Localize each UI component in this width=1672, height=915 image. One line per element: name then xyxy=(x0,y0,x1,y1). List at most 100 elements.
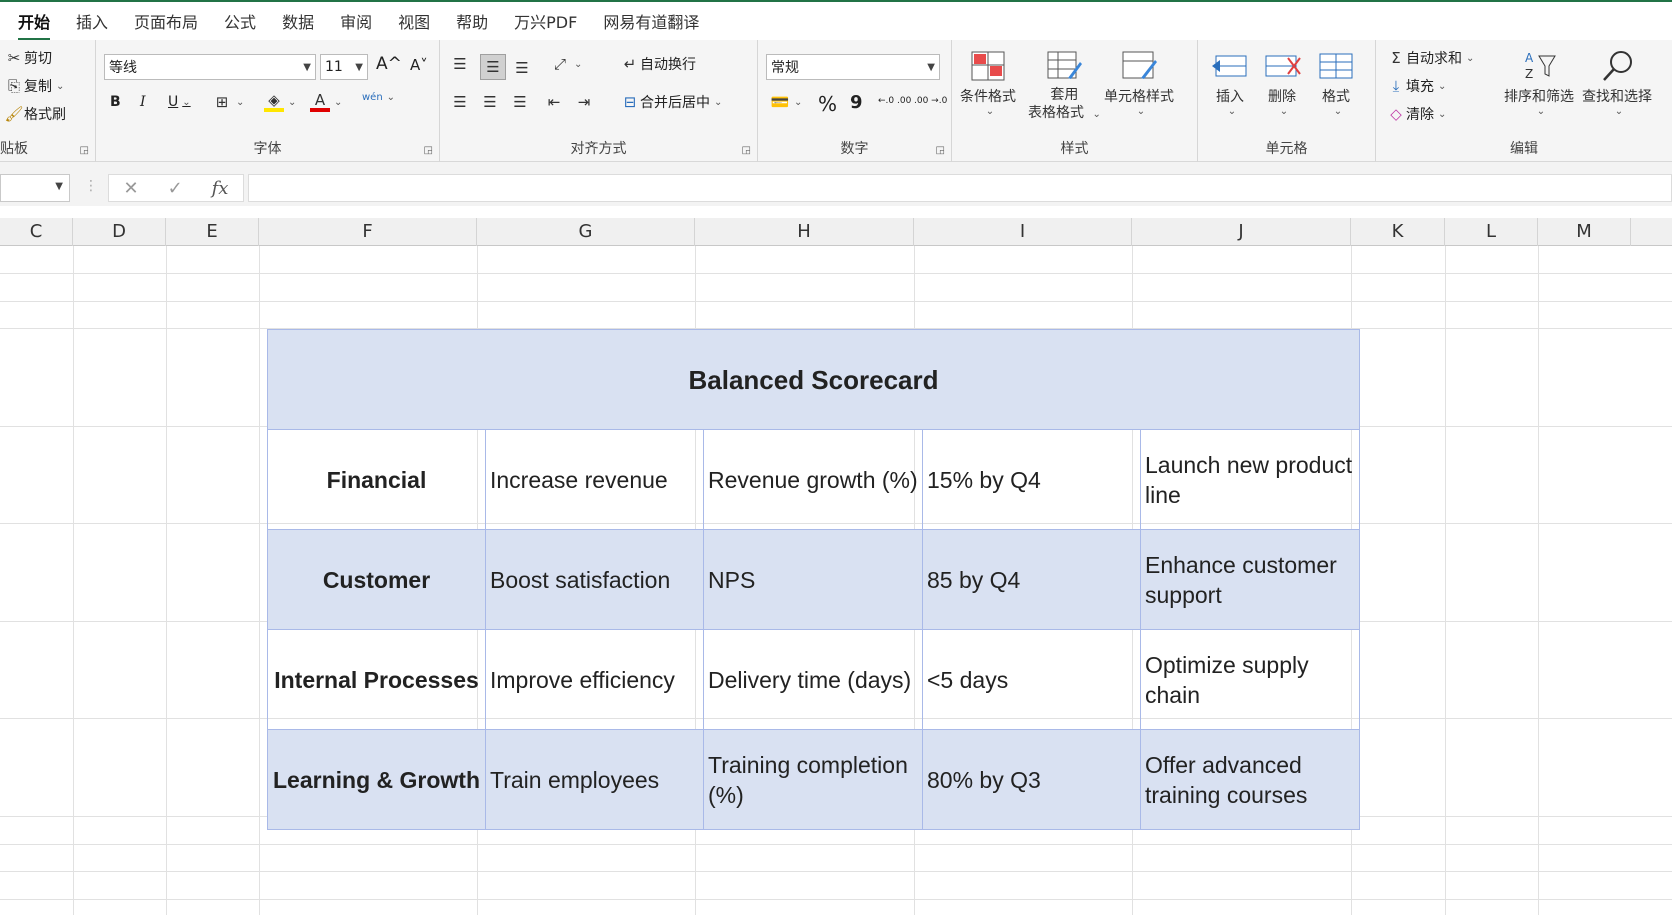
font-color-button[interactable]: A ⌄ xyxy=(310,91,342,112)
format-painter-button[interactable]: 🖌 格式刷 xyxy=(4,104,66,124)
align-middle-icon[interactable]: ☰ xyxy=(480,54,506,80)
perspective-cell[interactable]: Internal Processes xyxy=(267,629,486,730)
cancel-icon[interactable]: ✕ xyxy=(123,178,138,199)
italic-button[interactable]: I xyxy=(140,94,146,110)
initiative-cell[interactable]: Launch new product line xyxy=(1140,429,1360,530)
align-center-icon[interactable]: ☰ xyxy=(480,92,500,112)
column-header[interactable]: K xyxy=(1351,218,1445,246)
orientation-button[interactable]: ⤢ ⌄ xyxy=(550,54,582,74)
column-header[interactable]: E xyxy=(166,218,259,246)
measure-cell[interactable]: Delivery time (days) xyxy=(703,629,923,730)
align-left-icon[interactable]: ☰ xyxy=(450,92,470,112)
objective-cell[interactable]: Boost satisfaction xyxy=(485,529,704,630)
svg-text:Z: Z xyxy=(1525,67,1533,81)
column-header[interactable]: C xyxy=(0,218,73,246)
increase-indent-icon[interactable]: ⇥ xyxy=(574,92,594,112)
perspective-cell[interactable]: Customer xyxy=(267,529,486,630)
cut-button[interactable]: ✂ 剪切 xyxy=(4,48,52,68)
column-header[interactable]: D xyxy=(73,218,166,246)
format-cells-button[interactable]: 格式 ⌄ xyxy=(1316,48,1356,117)
measure-cell[interactable]: Training completion (%) xyxy=(703,729,923,830)
paintbrush-icon: 🖌 xyxy=(4,105,24,123)
target-cell[interactable]: 80% by Q3 xyxy=(922,729,1141,830)
borders-button[interactable]: ⊞ ⌄ xyxy=(212,92,245,112)
tab-wondershare-pdf[interactable]: 万兴PDF xyxy=(514,9,577,33)
tab-home[interactable]: 开始 xyxy=(18,9,51,41)
percent-button[interactable]: % xyxy=(818,92,837,116)
increase-decimal-button[interactable]: ←.0 .00 xyxy=(878,96,911,106)
initiative-cell[interactable]: Enhance customer support xyxy=(1140,529,1360,630)
increase-font-button[interactable]: A^ xyxy=(376,54,402,74)
objective-cell[interactable]: Improve efficiency xyxy=(485,629,704,730)
tab-view[interactable]: 视图 xyxy=(398,9,430,33)
underline-button[interactable]: U ⌄ xyxy=(168,94,191,110)
align-top-icon[interactable]: ☰ xyxy=(450,54,470,74)
wrap-text-button[interactable]: ↵ 自动换行 xyxy=(620,54,696,74)
objective-cell[interactable]: Increase revenue xyxy=(485,429,704,530)
initiative-cell[interactable]: Offer advanced training courses xyxy=(1140,729,1360,830)
ribbon: ✂ 剪切 ⎘ 复制 ⌄ 🖌 格式刷 贴板 ◲ 等线 ▼ 11 ▼ A^ A˅ B… xyxy=(0,40,1672,162)
target-cell[interactable]: <5 days xyxy=(922,629,1141,730)
number-format-select[interactable]: 常规 ▼ xyxy=(766,54,940,80)
dialog-launcher-icon[interactable]: ◲ xyxy=(742,145,751,156)
scorecard-title[interactable]: Balanced Scorecard xyxy=(267,329,1360,430)
objective-cell[interactable]: Train employees xyxy=(485,729,704,830)
merge-center-button[interactable]: ⊟ 合并后居中 ⌄ xyxy=(620,92,723,112)
tab-formulas[interactable]: 公式 xyxy=(224,9,256,33)
decrease-decimal-button[interactable]: .00 →.0 xyxy=(914,96,947,106)
name-box[interactable]: ▼ xyxy=(0,174,70,202)
autosum-button[interactable]: Σ 自动求和 ⌄ xyxy=(1386,48,1474,68)
measure-cell[interactable]: NPS xyxy=(703,529,923,630)
tab-youdao-translate[interactable]: 网易有道翻译 xyxy=(603,9,699,33)
decrease-font-button[interactable]: A˅ xyxy=(410,56,428,74)
perspective-cell[interactable]: Learning & Growth xyxy=(267,729,486,830)
comma-style-button[interactable]: 9 xyxy=(850,92,863,113)
cell-styles-button[interactable]: 单元格样式 ⌄ xyxy=(1104,48,1174,117)
phonetic-button[interactable]: wén ⌄ xyxy=(362,92,395,103)
perspective-cell[interactable]: Financial xyxy=(267,429,486,530)
tab-insert[interactable]: 插入 xyxy=(76,9,108,33)
tab-data[interactable]: 数据 xyxy=(282,9,314,33)
font-name-select[interactable]: 等线 ▼ xyxy=(104,54,316,80)
column-header[interactable]: L xyxy=(1445,218,1538,246)
delete-cells-button[interactable]: 删除 ⌄ xyxy=(1262,48,1302,117)
enter-icon[interactable]: ✓ xyxy=(168,178,183,199)
target-cell[interactable]: 15% by Q4 xyxy=(922,429,1141,530)
align-right-icon[interactable]: ☰ xyxy=(510,92,530,112)
clear-button[interactable]: ◇ 清除 ⌄ xyxy=(1386,104,1446,124)
align-bottom-icon[interactable]: ☰ xyxy=(512,58,532,78)
find-select-button[interactable]: 查找和选择 ⌄ xyxy=(1582,48,1652,117)
fill-button[interactable]: ⤓ 填充 ⌄ xyxy=(1386,76,1447,96)
format-as-table-button[interactable]: 套用 表格格式 ⌄ xyxy=(1028,48,1101,124)
dialog-launcher-icon[interactable]: ◲ xyxy=(80,145,89,156)
formula-input[interactable] xyxy=(248,174,1672,202)
tab-help[interactable]: 帮助 xyxy=(456,9,488,33)
delete-cells-icon xyxy=(1265,55,1301,77)
initiative-cell[interactable]: Optimize supply chain xyxy=(1140,629,1360,730)
column-header[interactable]: H xyxy=(695,218,914,246)
dialog-launcher-icon[interactable]: ◲ xyxy=(424,145,433,156)
font-size-select[interactable]: 11 ▼ xyxy=(320,54,368,80)
column-header[interactable]: G xyxy=(477,218,695,246)
tab-page-layout[interactable]: 页面布局 xyxy=(134,9,198,33)
sort-filter-button[interactable]: A Z 排序和筛选 ⌄ xyxy=(1504,48,1574,117)
resize-handle-icon[interactable]: ⋮ xyxy=(84,178,98,194)
measure-cell[interactable]: Revenue growth (%) xyxy=(703,429,923,530)
tab-review[interactable]: 审阅 xyxy=(340,9,372,33)
copy-button[interactable]: ⎘ 复制 ⌄ xyxy=(4,76,64,96)
column-header[interactable]: J xyxy=(1132,218,1351,246)
column-header[interactable]: I xyxy=(914,218,1132,246)
column-header[interactable]: M xyxy=(1538,218,1631,246)
insert-function-icon[interactable]: fx xyxy=(212,178,229,199)
insert-cells-button[interactable]: 插入 ⌄ xyxy=(1210,48,1250,117)
accounting-format-button[interactable]: 💳 ⌄ xyxy=(770,92,803,112)
column-header[interactable]: F xyxy=(259,218,477,246)
bold-button[interactable]: B xyxy=(110,94,121,110)
decrease-indent-icon[interactable]: ⇤ xyxy=(544,92,564,112)
chevron-down-icon: ⌄ xyxy=(56,80,65,92)
target-cell[interactable]: 85 by Q4 xyxy=(922,529,1141,630)
clipboard-group: ✂ 剪切 ⎘ 复制 ⌄ 🖌 格式刷 贴板 ◲ xyxy=(0,40,96,162)
dialog-launcher-icon[interactable]: ◲ xyxy=(936,145,945,156)
conditional-formatting-button[interactable]: 条件格式 ⌄ xyxy=(960,48,1016,117)
fill-color-button[interactable]: ◈ ⌄ xyxy=(264,91,296,112)
